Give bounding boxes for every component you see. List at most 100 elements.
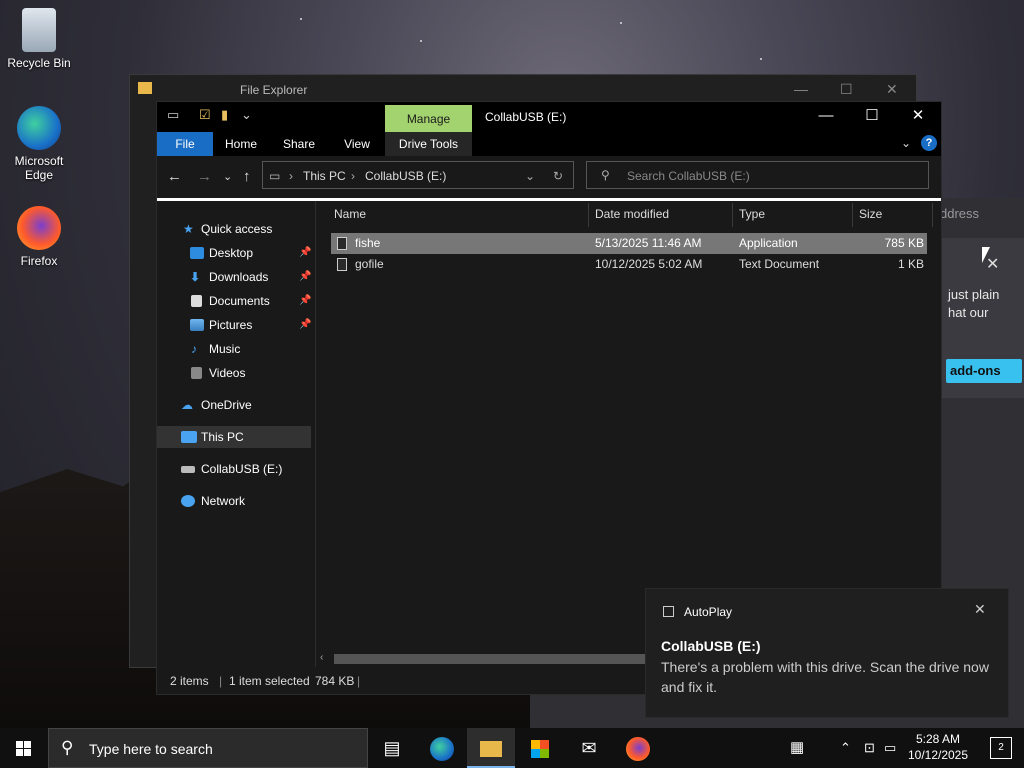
- window-title: CollabUSB (E:): [485, 110, 567, 124]
- sidebar-item-pictures[interactable]: Pictures 📌: [157, 314, 311, 336]
- column-header-date[interactable]: Date modified: [595, 207, 669, 221]
- chevron-down-icon[interactable]: ⌄: [525, 169, 535, 183]
- sidebar-item-this-pc[interactable]: This PC: [157, 426, 311, 448]
- desktop-icon-recycle-bin[interactable]: Recycle Bin: [3, 8, 75, 70]
- column-divider[interactable]: [932, 203, 933, 227]
- forward-arrow-icon[interactable]: →: [197, 168, 212, 185]
- mail-taskbar-icon[interactable]: ✉: [565, 728, 613, 768]
- text-file-icon: [337, 258, 347, 271]
- sidebar-item-onedrive[interactable]: ☁ OneDrive: [157, 394, 311, 416]
- addons-button[interactable]: add-ons: [946, 359, 1022, 383]
- sidebar-item-desktop[interactable]: Desktop 📌: [157, 242, 311, 264]
- scroll-left-icon[interactable]: ‹: [320, 652, 323, 663]
- sidebar-item-videos[interactable]: Videos: [157, 362, 311, 384]
- properties-icon[interactable]: ☑: [199, 107, 211, 123]
- column-header-name[interactable]: Name: [334, 207, 366, 221]
- search-input[interactable]: ⚲ Search CollabUSB (E:): [586, 161, 929, 189]
- status-item-count: 2 items: [170, 674, 209, 688]
- sidebar-item-label: OneDrive: [201, 398, 252, 412]
- desktop-icon-firefox[interactable]: Firefox: [3, 206, 75, 268]
- breadcrumb-separator: ›: [351, 169, 355, 183]
- computer-icon: [181, 431, 197, 443]
- download-icon: ⬇: [190, 270, 201, 284]
- task-view-icon[interactable]: ▤: [368, 728, 416, 768]
- tab-home[interactable]: Home: [215, 132, 267, 156]
- column-divider[interactable]: [732, 203, 733, 227]
- navigation-pane: ★ Quick access Desktop 📌 ⬇ Downloads 📌 D…: [157, 201, 316, 667]
- notification-center-icon[interactable]: 2: [990, 737, 1012, 759]
- sidebar-item-downloads[interactable]: ⬇ Downloads 📌: [157, 266, 311, 288]
- address-bar[interactable]: ▭ › This PC › CollabUSB (E:) ⌄ ↻: [262, 161, 574, 189]
- file-size: 785 KB: [884, 236, 924, 250]
- browser-notice-text: just plain hat our: [948, 287, 1000, 320]
- pin-icon: 📌: [299, 295, 312, 306]
- tab-share[interactable]: Share: [273, 132, 325, 156]
- folder-icon: [480, 741, 502, 758]
- edge-icon: [430, 737, 454, 762]
- sidebar-item-music[interactable]: ♪ Music: [157, 338, 311, 360]
- wallpaper-star: [300, 18, 302, 20]
- start-button[interactable]: [0, 728, 48, 768]
- close-icon[interactable]: ✕: [886, 81, 898, 98]
- close-button[interactable]: ✕: [895, 102, 941, 132]
- up-arrow-icon[interactable]: ↑: [243, 168, 251, 185]
- taskbar: ⚲ Type here to search ▤ ✉ ▦ ⌃ ⊡ ▭ 5:28 A…: [0, 728, 1024, 768]
- customize-qat-icon[interactable]: ⌄: [241, 107, 252, 123]
- breadcrumb-drive[interactable]: CollabUSB (E:): [365, 169, 446, 183]
- sidebar-item-quick-access[interactable]: ★ Quick access: [157, 218, 311, 240]
- firefox-icon: [626, 737, 650, 762]
- column-divider[interactable]: [852, 203, 853, 227]
- network-icon[interactable]: ▭: [884, 740, 896, 756]
- folder-icon: [138, 82, 152, 94]
- sidebar-item-label: Downloads: [209, 270, 269, 284]
- desktop-icon-label: Microsoft Edge: [14, 154, 64, 182]
- tab-drive-tools[interactable]: Drive Tools: [385, 132, 472, 156]
- sidebar-item-documents[interactable]: Documents 📌: [157, 290, 311, 312]
- scrollbar-thumb[interactable]: [334, 654, 646, 664]
- notification-count: 2: [998, 742, 1004, 753]
- file-row[interactable]: gofile 10/12/2025 5:02 AM Text Document …: [331, 254, 927, 275]
- store-taskbar-icon[interactable]: [516, 728, 564, 768]
- file-explorer-taskbar-icon[interactable]: [467, 728, 515, 768]
- chevron-down-icon[interactable]: ⌄: [901, 136, 911, 150]
- sidebar-item-network[interactable]: Network: [157, 490, 311, 512]
- manage-tab[interactable]: Manage: [385, 105, 472, 132]
- firefox-taskbar-icon[interactable]: [614, 728, 662, 768]
- chevron-up-icon[interactable]: ⌃: [840, 740, 851, 756]
- windows-logo-pane: [16, 749, 23, 756]
- status-separator: |: [357, 674, 361, 688]
- new-folder-icon[interactable]: ▮: [221, 107, 228, 123]
- file-row[interactable]: fishe 5/13/2025 11:46 AM Application 785…: [331, 233, 927, 254]
- taskbar-search-box[interactable]: ⚲ Type here to search: [48, 728, 368, 768]
- pictures-icon: [190, 319, 204, 331]
- back-arrow-icon[interactable]: ←: [167, 168, 182, 185]
- edge-taskbar-icon[interactable]: [418, 728, 466, 768]
- news-icon[interactable]: ▦: [790, 738, 804, 756]
- minimize-button[interactable]: —: [803, 102, 849, 132]
- status-size: 784 KB: [315, 674, 355, 688]
- status-selection: 1 item selected: [229, 674, 310, 688]
- close-icon[interactable]: ✕: [974, 601, 986, 618]
- sidebar-item-label: Music: [209, 342, 241, 356]
- tab-view[interactable]: View: [331, 132, 383, 156]
- column-header-size[interactable]: Size: [859, 207, 882, 221]
- minimize-icon[interactable]: —: [794, 81, 808, 97]
- refresh-icon[interactable]: ↻: [553, 169, 563, 183]
- system-clock[interactable]: 5:28 AM 10/12/2025: [902, 731, 974, 763]
- column-header-type[interactable]: Type: [739, 207, 765, 221]
- breadcrumb-this-pc[interactable]: This PC: [303, 169, 346, 183]
- drive-icon: ▭: [269, 169, 281, 183]
- usb-drive-icon[interactable]: ⊡: [864, 740, 875, 756]
- windows-logo-icon: [16, 741, 23, 748]
- help-icon[interactable]: ?: [921, 135, 937, 151]
- drive-icon: [181, 466, 195, 473]
- file-date: 5/13/2025 11:46 AM: [595, 236, 702, 250]
- sidebar-item-collabusb[interactable]: CollabUSB (E:): [157, 458, 311, 480]
- autoplay-notification[interactable]: AutoPlay ✕ CollabUSB (E:) There's a prob…: [645, 588, 1009, 718]
- recent-locations-icon[interactable]: ⌄: [223, 170, 232, 183]
- column-divider[interactable]: [588, 203, 589, 227]
- maximize-icon[interactable]: ☐: [840, 81, 853, 98]
- tab-file[interactable]: File: [157, 132, 213, 156]
- maximize-button[interactable]: ☐: [849, 102, 895, 132]
- desktop-icon-edge[interactable]: Microsoft Edge: [3, 106, 75, 182]
